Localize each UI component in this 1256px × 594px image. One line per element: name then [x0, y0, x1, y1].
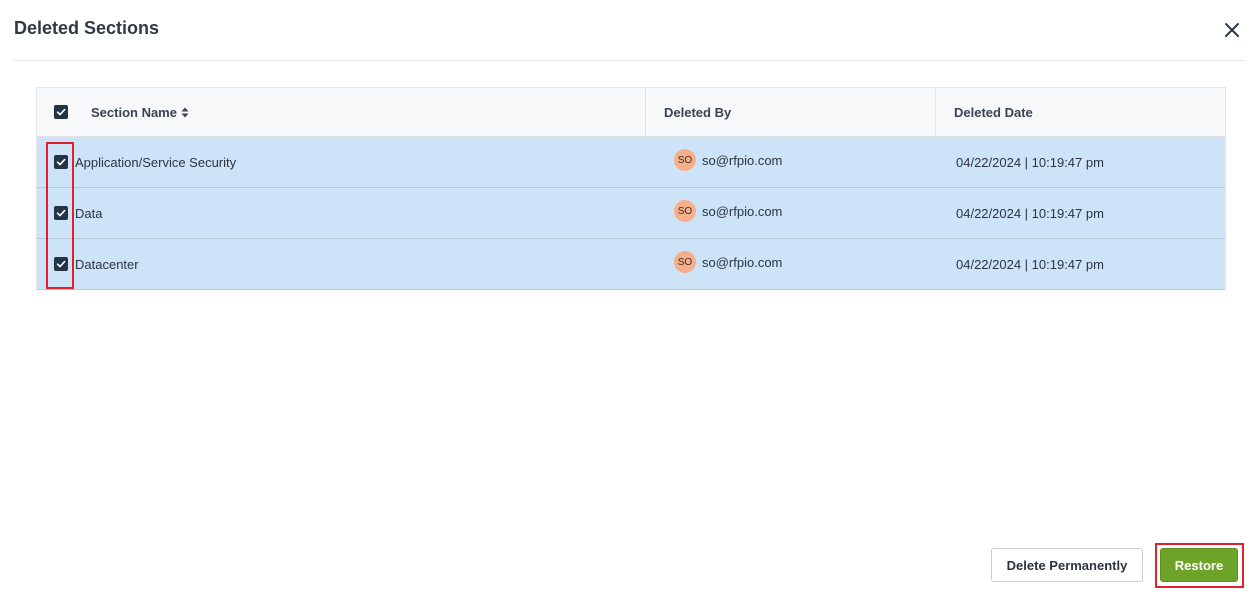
table-row[interactable]: Application/Service Security SO so@rfpio…: [37, 137, 1225, 188]
section-name-text: Data: [75, 205, 103, 221]
cell-deleted-date: 04/22/2024 | 10:19:47 pm: [956, 205, 1104, 221]
close-icon: [1225, 23, 1239, 37]
check-icon: [56, 108, 66, 116]
header-deleted-date: Deleted Date: [954, 104, 1033, 120]
dialog-title: Deleted Sections: [14, 18, 160, 38]
header-section-name: Section Name: [37, 88, 646, 136]
section-name-text: Datacenter: [75, 256, 139, 272]
deleted-sections-table: Section Name Deleted By Deleted Date App…: [36, 87, 1226, 290]
check-icon: [56, 260, 66, 268]
cell-section-name: Datacenter: [37, 239, 646, 289]
check-icon: [56, 158, 66, 166]
section-name-text: Application/Service Security: [75, 154, 237, 170]
delete-permanently-button[interactable]: Delete Permanently: [991, 548, 1143, 582]
row-checkbox[interactable]: [54, 206, 68, 220]
header-deleted-by: Deleted By: [646, 88, 936, 136]
table-row[interactable]: Data SO so@rfpio.com 04/22/2024 | 10:19:…: [37, 188, 1225, 239]
cell-deleted-by: SO so@rfpio.com: [646, 239, 936, 289]
row-checkbox[interactable]: [54, 155, 68, 169]
avatar: SO: [674, 251, 696, 273]
deleted-by-email: so@rfpio.com: [702, 152, 783, 168]
dialog-header: Deleted Sections: [14, 0, 1246, 61]
select-all-checkbox[interactable]: [54, 105, 68, 119]
cell-deleted-by: SO so@rfpio.com: [646, 188, 936, 238]
close-button[interactable]: [1222, 20, 1242, 40]
table-header: Section Name Deleted By Deleted Date: [37, 88, 1225, 137]
cell-section-name: Data: [37, 188, 646, 238]
restore-button[interactable]: Restore: [1160, 548, 1238, 582]
row-checkbox[interactable]: [54, 257, 68, 271]
deleted-by-email: so@rfpio.com: [702, 203, 783, 219]
check-icon: [56, 209, 66, 217]
deleted-by-email: so@rfpio.com: [702, 254, 783, 270]
sort-icon[interactable]: [181, 107, 189, 118]
cell-section-name: Application/Service Security: [37, 137, 646, 187]
cell-deleted-by: SO so@rfpio.com: [646, 137, 936, 187]
section-name-header-label[interactable]: Section Name: [91, 105, 177, 120]
table-row[interactable]: Datacenter SO so@rfpio.com 04/22/2024 | …: [37, 239, 1225, 290]
cell-deleted-date: 04/22/2024 | 10:19:47 pm: [956, 256, 1104, 272]
cell-deleted-date: 04/22/2024 | 10:19:47 pm: [956, 154, 1104, 170]
deleted-sections-dialog: Deleted Sections Section Name Deleted By…: [0, 0, 1256, 594]
avatar: SO: [674, 200, 696, 222]
avatar: SO: [674, 149, 696, 171]
